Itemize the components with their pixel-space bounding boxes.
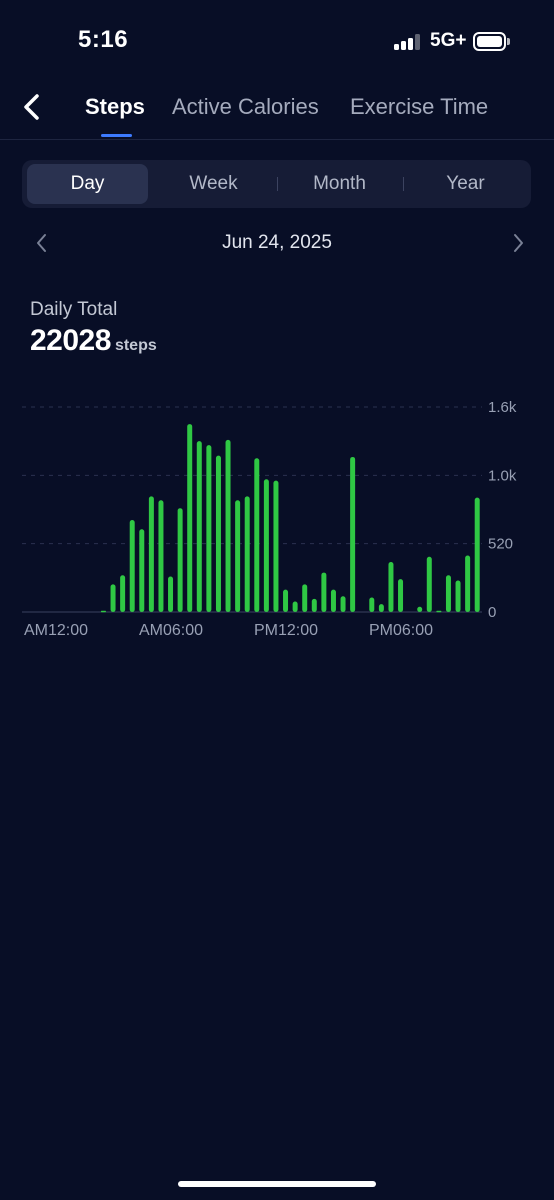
segment-divider (403, 177, 404, 191)
period-year-button[interactable]: Year (405, 164, 526, 204)
home-indicator[interactable] (178, 1181, 376, 1187)
steps-screen: 5:16 5G+ Steps Active Calories Exercise … (0, 0, 554, 1200)
daily-total-value: 22028 (30, 324, 111, 357)
chart-bar[interactable] (302, 584, 308, 612)
chart-bar[interactable] (139, 529, 145, 612)
x-axis-tick-label: PM06:00 (369, 622, 433, 639)
chart-bar[interactable] (330, 589, 336, 612)
chevron-left-icon (24, 94, 39, 120)
chart-bar[interactable] (206, 445, 212, 612)
daily-total-unit: steps (114, 337, 157, 354)
chart-bar[interactable] (168, 576, 174, 612)
chart-bar[interactable] (388, 562, 394, 612)
chart-bar[interactable] (311, 598, 317, 612)
x-axis-tick-label: PM12:00 (254, 622, 318, 639)
chart-bar[interactable] (110, 584, 116, 612)
chart-bar[interactable] (148, 496, 154, 612)
chart-bar[interactable] (263, 479, 269, 612)
tab-steps[interactable]: Steps (85, 94, 145, 120)
chart-bar[interactable] (417, 606, 423, 612)
chart-bar[interactable] (225, 439, 231, 612)
period-day-button[interactable]: Day (27, 164, 148, 204)
y-axis-tick-label: 1.6k (488, 399, 517, 416)
period-week-button[interactable]: Week (153, 164, 274, 204)
period-selector: Day Week Month Year (22, 160, 531, 208)
chart-bar[interactable] (100, 610, 106, 613)
chart-bar[interactable] (426, 556, 432, 612)
chart-bar[interactable] (244, 496, 250, 612)
daily-total: 22028 steps (30, 324, 157, 358)
status-time: 5:16 (78, 26, 129, 53)
chart-bar[interactable] (292, 601, 298, 612)
next-date-button[interactable] (506, 231, 530, 255)
chart-bar[interactable] (283, 589, 289, 612)
chart-bar[interactable] (273, 480, 279, 612)
chart-bar[interactable] (254, 458, 260, 612)
battery-icon (473, 32, 510, 51)
chart-bar[interactable] (369, 597, 375, 612)
chart-bar[interactable] (398, 579, 404, 612)
chart-bar[interactable] (158, 500, 164, 612)
back-button[interactable] (18, 90, 48, 124)
chart-bar[interactable] (465, 555, 471, 612)
chart-bar[interactable] (321, 572, 327, 612)
chart-bar[interactable] (177, 508, 183, 612)
active-tab-indicator (101, 134, 132, 137)
segment-divider (277, 177, 278, 191)
tab-exercise-time[interactable]: Exercise Time (350, 94, 488, 120)
chart-bar[interactable] (187, 424, 193, 612)
chart-bar[interactable] (120, 575, 126, 612)
chart-bar[interactable] (350, 456, 356, 612)
tab-active-calories[interactable]: Active Calories (172, 94, 319, 120)
daily-total-label: Daily Total (30, 299, 118, 320)
chart-bar[interactable] (215, 455, 221, 612)
y-axis-tick-label: 520 (488, 536, 513, 553)
steps-bar-chart: 1.6k 1.0k 520 0 AM12:00 AM06:00 PM12:00 PM06:0… (22, 399, 517, 639)
cellular-signal-icon (394, 34, 422, 50)
x-axis-tick-label: AM06:00 (139, 622, 203, 639)
period-month-button[interactable]: Month (279, 164, 400, 204)
status-bar: 5:16 5G+ (0, 0, 554, 80)
chevron-right-icon (514, 234, 523, 252)
selected-date: Jun 24, 2025 (222, 232, 332, 253)
chart-bar[interactable] (474, 497, 480, 612)
chart-bar[interactable] (235, 500, 241, 612)
x-axis-tick-label: AM12:00 (24, 622, 88, 639)
chart-bar[interactable] (340, 596, 346, 612)
chart-bar[interactable] (129, 520, 135, 612)
header-divider (0, 139, 554, 140)
chart-bar[interactable] (378, 604, 384, 612)
network-type: 5G+ (430, 30, 467, 51)
chart-bar[interactable] (445, 575, 451, 612)
chart-bar[interactable] (196, 441, 202, 612)
chart-bar[interactable] (455, 580, 461, 612)
chart-bar[interactable] (436, 610, 442, 613)
y-axis-tick-label: 0 (488, 604, 496, 621)
y-axis-tick-label: 1.0k (488, 467, 517, 484)
